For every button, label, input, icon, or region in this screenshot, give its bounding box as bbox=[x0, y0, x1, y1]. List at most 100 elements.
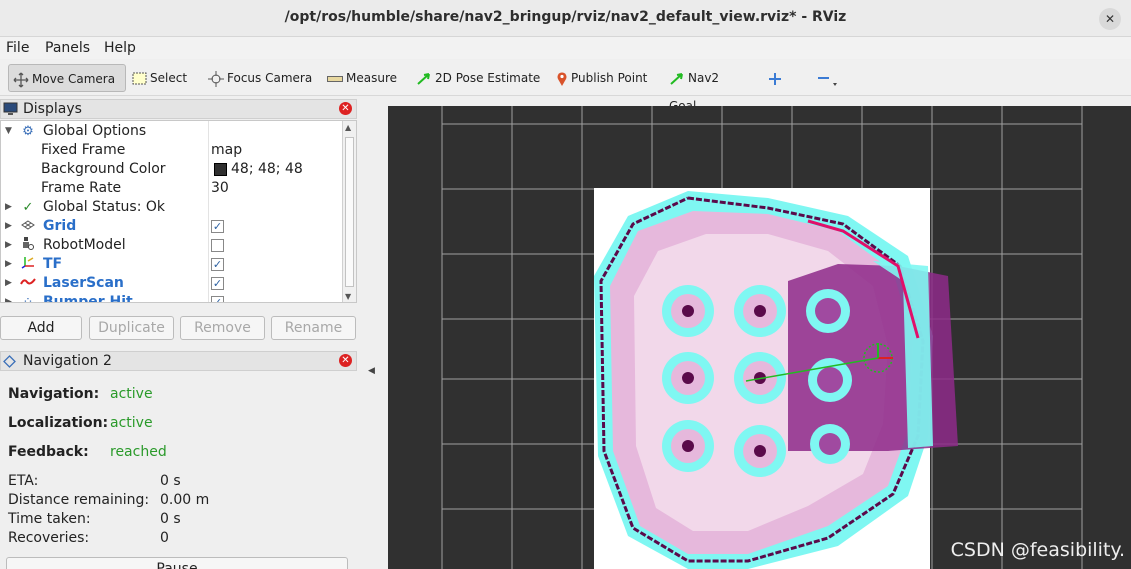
tree-row-frame-rate[interactable]: Frame Rate 30 bbox=[1, 179, 343, 198]
rename-display-button[interactable]: Rename bbox=[271, 316, 356, 340]
plus-icon bbox=[769, 72, 781, 85]
background-color-value[interactable]: 48; 48; 48 bbox=[231, 160, 303, 179]
grid-checkbox[interactable]: ✓ bbox=[211, 220, 224, 233]
collapsed-arrow-icon[interactable]: ▶ bbox=[5, 255, 12, 274]
collapsed-arrow-icon[interactable]: ▶ bbox=[5, 217, 12, 236]
measure-tool[interactable]: Measure bbox=[323, 64, 403, 92]
tree-row-robotmodel[interactable]: ▶ RobotModel bbox=[1, 236, 343, 255]
displays-panel-title: Displays ✕ bbox=[0, 99, 357, 119]
panel-splitter[interactable]: ◀ bbox=[358, 96, 388, 569]
navigation-panel-title: Navigation 2 ✕ bbox=[0, 351, 357, 371]
remove-tool-button[interactable] bbox=[812, 64, 840, 92]
menu-panels[interactable]: Panels bbox=[45, 40, 90, 56]
checkmark-icon: ✓ bbox=[22, 200, 34, 215]
tree-row-global-status[interactable]: ▶ ✓ Global Status: Ok bbox=[1, 198, 343, 217]
green-arrow-icon bbox=[417, 72, 430, 85]
window-titlebar: /opt/ros/humble/share/nav2_bringup/rviz/… bbox=[0, 0, 1131, 37]
move-camera-tool[interactable]: Move Camera bbox=[8, 64, 126, 92]
collapse-arrow-icon[interactable]: ◀ bbox=[368, 366, 375, 376]
fixed-frame-label: Fixed Frame bbox=[41, 142, 126, 158]
add-tool-button[interactable] bbox=[764, 64, 786, 92]
pose-estimate-label: 2D Pose Estimate bbox=[435, 71, 541, 85]
tree-row-grid[interactable]: ▶ Grid ✓ bbox=[1, 217, 343, 236]
time-taken-label: Time taken: bbox=[8, 511, 91, 527]
global-status-label: Global Status: Ok bbox=[43, 199, 166, 215]
robotmodel-label: RobotModel bbox=[43, 237, 126, 253]
duplicate-display-button[interactable]: Duplicate bbox=[89, 316, 174, 340]
displays-close-icon[interactable]: ✕ bbox=[339, 102, 352, 115]
fixed-frame-value[interactable]: map bbox=[211, 141, 242, 160]
localization-status-row: Localization: active bbox=[8, 415, 153, 431]
navigation-close-icon[interactable]: ✕ bbox=[339, 354, 352, 367]
tf-checkbox[interactable]: ✓ bbox=[211, 258, 224, 271]
render-viewport[interactable]: CSDN @feasibility. bbox=[388, 106, 1131, 569]
select-tool[interactable]: Select bbox=[128, 64, 198, 92]
publish-point-tool[interactable]: Publish Point bbox=[552, 64, 652, 92]
tree-row-bumper-hit[interactable]: ▶ ⁘ Bumper Hit ✓ bbox=[1, 293, 343, 303]
nav2-goal-tool[interactable]: Nav2 Goal bbox=[665, 64, 750, 113]
laserscan-label: LaserScan bbox=[43, 275, 124, 291]
menu-file[interactable]: File bbox=[6, 40, 29, 56]
collapsed-arrow-icon[interactable]: ▶ bbox=[5, 274, 12, 293]
points-icon: ⁘ bbox=[22, 295, 34, 303]
remove-display-button[interactable]: Remove bbox=[180, 316, 265, 340]
laser-scan-icon bbox=[19, 274, 37, 293]
tree-row-laserscan[interactable]: ▶ LaserScan ✓ bbox=[1, 274, 343, 293]
focus-camera-icon bbox=[208, 70, 224, 87]
menubar: File Panels Help bbox=[0, 37, 1131, 59]
distance-row: Distance remaining: 0.00 m bbox=[8, 492, 209, 508]
tree-row-global-options[interactable]: ▼ ⚙ Global Options bbox=[1, 122, 343, 141]
collapsed-arrow-icon[interactable]: ▶ bbox=[5, 293, 12, 302]
add-display-button[interactable]: Add bbox=[0, 316, 82, 340]
menu-help[interactable]: Help bbox=[104, 40, 136, 56]
global-options-label: Global Options bbox=[43, 123, 147, 139]
time-taken-row: Time taken: 0 s bbox=[8, 511, 181, 527]
collapsed-arrow-icon[interactable]: ▶ bbox=[5, 198, 12, 217]
feedback-status-value: reached bbox=[110, 444, 167, 460]
localization-status-value: active bbox=[110, 415, 153, 431]
window-close-button[interactable]: ✕ bbox=[1099, 8, 1121, 30]
tree-row-fixed-frame[interactable]: Fixed Frame map bbox=[1, 141, 343, 160]
tf-label: TF bbox=[43, 256, 63, 272]
bumper-hit-checkbox[interactable]: ✓ bbox=[211, 296, 224, 302]
watermark-text: CSDN @feasibility. bbox=[950, 539, 1125, 561]
expanded-arrow-icon[interactable]: ▼ bbox=[5, 122, 12, 141]
scroll-thumb[interactable] bbox=[345, 137, 354, 287]
recoveries-value: 0 bbox=[160, 530, 169, 546]
minus-icon bbox=[818, 76, 837, 86]
map-render bbox=[441, 106, 1083, 569]
axes-icon bbox=[19, 255, 37, 275]
color-swatch[interactable] bbox=[214, 163, 227, 176]
move-camera-icon bbox=[13, 72, 29, 87]
navigation-title-label: Navigation 2 bbox=[23, 353, 112, 369]
measure-label: Measure bbox=[346, 71, 397, 85]
select-label: Select bbox=[150, 71, 188, 85]
recoveries-label: Recoveries: bbox=[8, 530, 90, 546]
displays-scrollbar[interactable]: ▲ ▼ bbox=[342, 121, 356, 302]
scroll-up-icon[interactable]: ▲ bbox=[345, 123, 351, 132]
close-icon: ✕ bbox=[1104, 12, 1116, 26]
distance-remaining-label: Distance remaining: bbox=[8, 492, 150, 508]
robotmodel-checkbox[interactable] bbox=[211, 239, 224, 252]
monitor-icon bbox=[3, 102, 18, 115]
recoveries-row: Recoveries: 0 bbox=[8, 530, 169, 546]
laserscan-checkbox[interactable]: ✓ bbox=[211, 277, 224, 290]
pose-estimate-tool[interactable]: 2D Pose Estimate bbox=[412, 64, 542, 92]
displays-tree: ▼ ⚙ Global Options Fixed Frame map Backg… bbox=[0, 120, 357, 303]
time-taken-value: 0 s bbox=[160, 511, 181, 527]
eta-label: ETA: bbox=[8, 473, 39, 489]
focus-camera-tool[interactable]: Focus Camera bbox=[204, 64, 314, 92]
publish-point-label: Publish Point bbox=[571, 71, 648, 85]
move-camera-label: Move Camera bbox=[32, 72, 116, 86]
focus-camera-label: Focus Camera bbox=[227, 71, 313, 85]
tree-row-tf[interactable]: ▶ TF ✓ bbox=[1, 255, 343, 274]
background-color-label: Background Color bbox=[41, 161, 166, 177]
window-title: /opt/ros/humble/share/nav2_bringup/rviz/… bbox=[284, 9, 847, 25]
scroll-down-icon[interactable]: ▼ bbox=[345, 292, 351, 301]
pause-button[interactable]: Pause bbox=[6, 557, 348, 569]
frame-rate-value[interactable]: 30 bbox=[211, 179, 229, 198]
collapsed-arrow-icon[interactable]: ▶ bbox=[5, 236, 12, 255]
map-pin-icon bbox=[557, 71, 567, 86]
grid-icon bbox=[19, 217, 37, 236]
tree-row-background-color[interactable]: Background Color 48; 48; 48 bbox=[1, 160, 343, 179]
